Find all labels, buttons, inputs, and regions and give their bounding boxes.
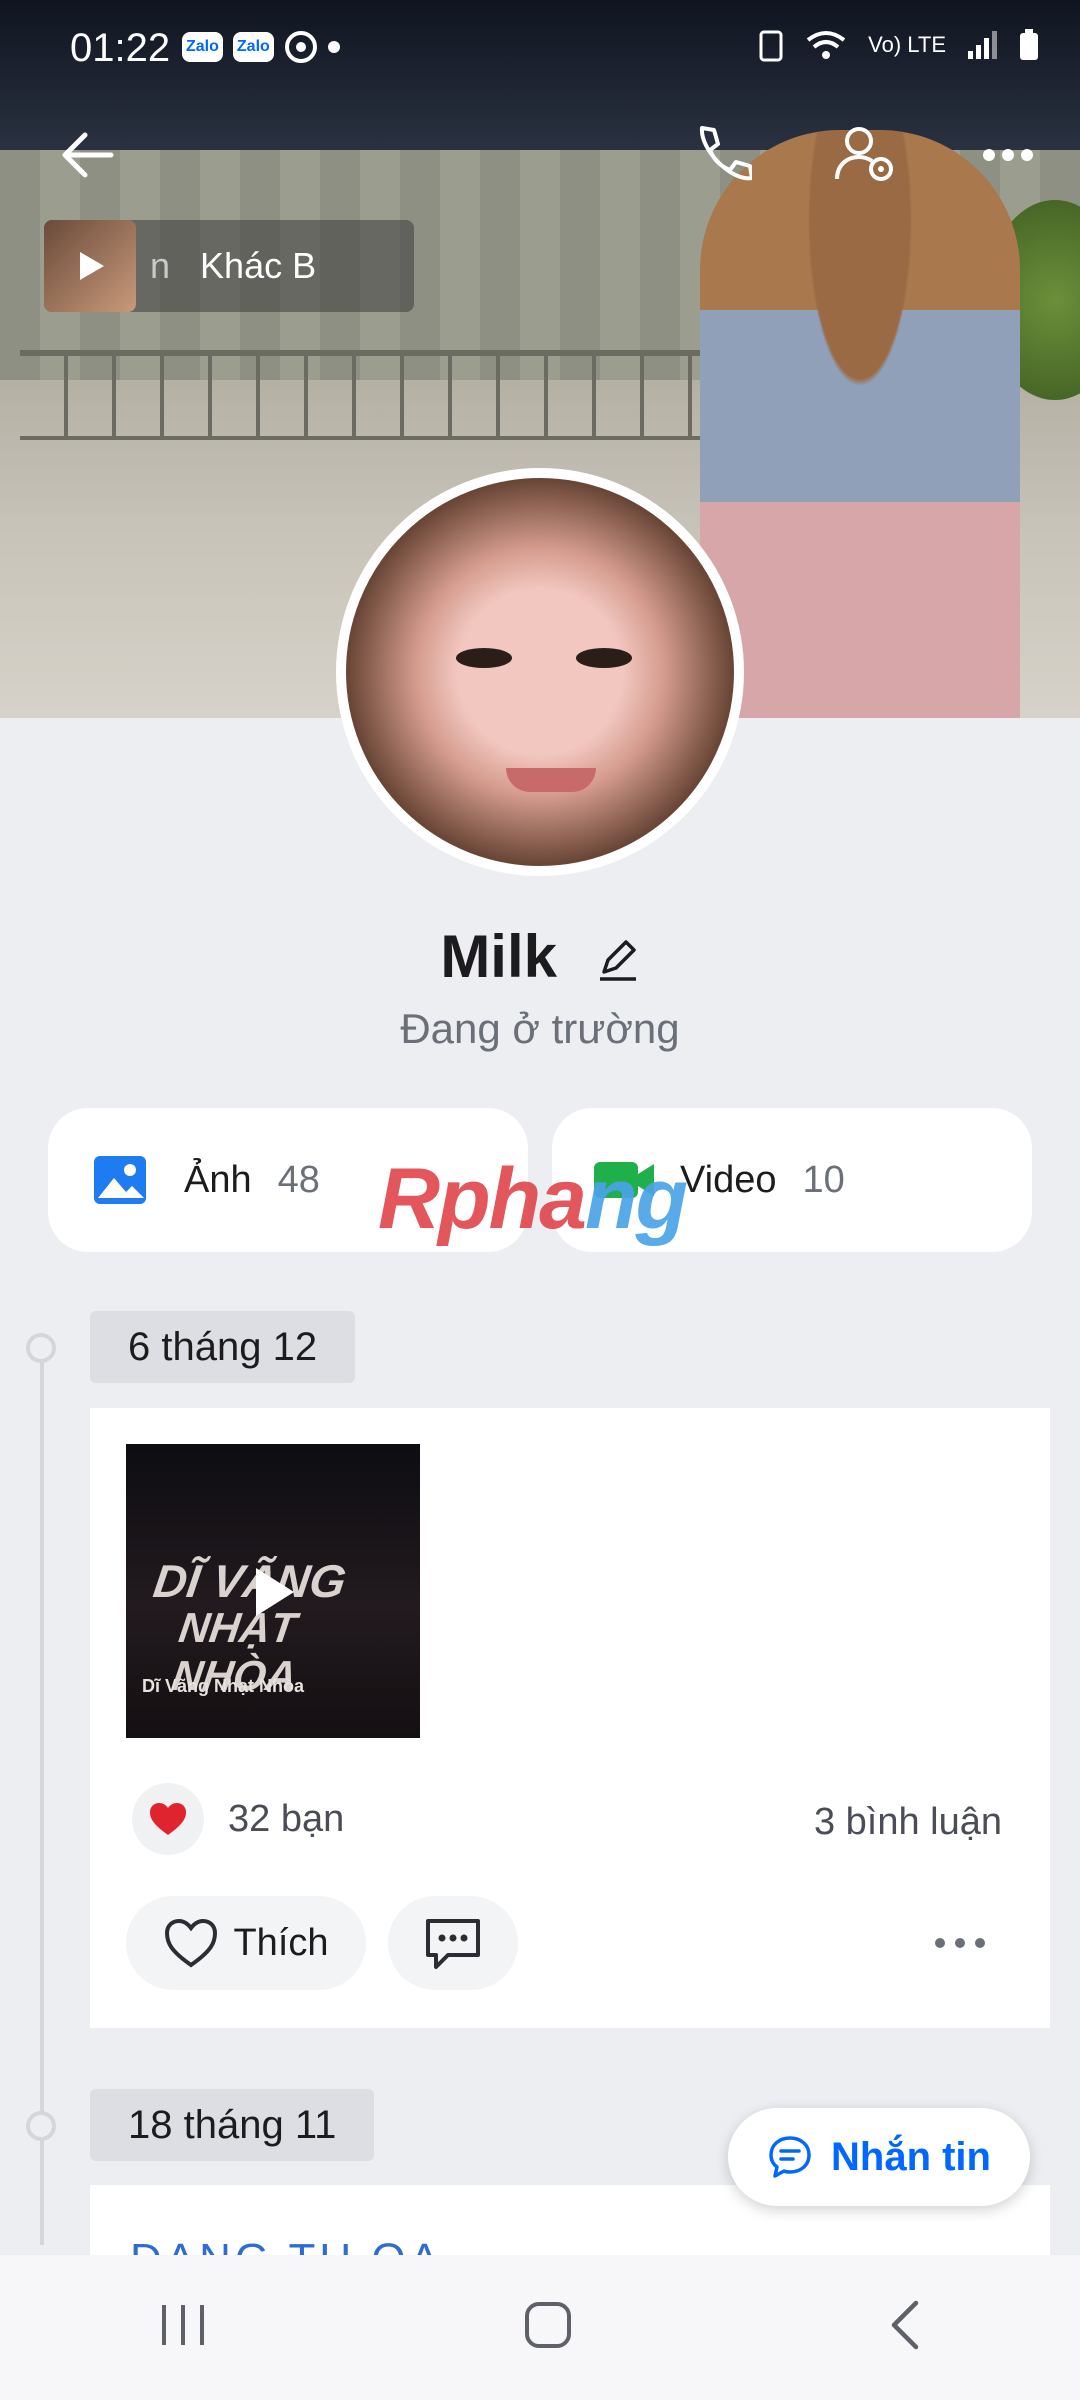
- chrome-icon: [284, 31, 317, 63]
- heart-outline-icon: [165, 1918, 218, 1968]
- system-nav-bar: [0, 2255, 1080, 2400]
- image-icon: [94, 1156, 146, 1204]
- recent-apps-icon: [161, 2305, 204, 2345]
- play-icon: [256, 1568, 294, 1616]
- recent-apps-button[interactable]: [158, 2301, 208, 2354]
- battery-saver-icon: [759, 30, 783, 62]
- timeline-post: DĨ VÃNG NHẠT NHÒA Dĩ Vãng Nhạt Nhòa 32 b…: [90, 1408, 1050, 2028]
- message-button[interactable]: Nhắn tin: [728, 2108, 1030, 2206]
- battery-icon: [1020, 29, 1038, 60]
- like-button[interactable]: Thích: [126, 1896, 366, 1990]
- more-horizontal-icon: [935, 1938, 985, 1948]
- play-icon: [80, 252, 104, 280]
- status-app-icons: Zalo Zalo: [182, 30, 340, 64]
- post-more-button[interactable]: [920, 1913, 1000, 1973]
- profile-avatar[interactable]: [336, 468, 744, 876]
- home-icon: [524, 2302, 571, 2348]
- reactions-summary[interactable]: 32 bạn: [132, 1783, 344, 1855]
- arrow-left-icon: [62, 132, 114, 178]
- edit-name-button[interactable]: [596, 927, 640, 996]
- zalo-icon: Zalo: [232, 32, 274, 62]
- home-button[interactable]: [523, 2300, 573, 2355]
- watermark-part1: Rpha: [378, 1151, 587, 1247]
- wifi-icon: [806, 31, 846, 59]
- pencil-icon: [599, 939, 636, 981]
- status-bar: 01:22 Zalo Zalo Vo) LTE: [0, 0, 1080, 96]
- watermark-part2: ng: [585, 1151, 688, 1247]
- user-settings-icon: [835, 127, 893, 181]
- music-thumbnail[interactable]: [44, 220, 136, 312]
- profile-status: Đang ở trường: [400, 1005, 680, 1052]
- chat-bubble-icon: [769, 2136, 811, 2178]
- cover-person: [700, 130, 1020, 718]
- videos-label: Video: [680, 1158, 777, 1201]
- music-title-scroll: n: [150, 245, 171, 286]
- profile-name: Milk: [440, 923, 558, 990]
- more-options-button[interactable]: [968, 120, 1048, 190]
- timeline-line: [40, 1345, 44, 2245]
- video-title-line1: DĨ VÃNG: [150, 1555, 350, 1607]
- network-type: Vo) LTE: [868, 32, 946, 57]
- call-button[interactable]: [680, 114, 760, 194]
- photos-label: Ảnh: [184, 1158, 252, 1201]
- comments-count[interactable]: 3 bình luận: [814, 1801, 1002, 1844]
- chevron-left-icon: [892, 2300, 919, 2350]
- comment-icon: [426, 1919, 480, 1969]
- cover-railing: [20, 350, 780, 440]
- date-label: 18 tháng 11: [90, 2089, 375, 2161]
- photos-count: 48: [277, 1158, 320, 1201]
- timeline-dot: [26, 1333, 56, 1363]
- profile-settings-button[interactable]: [826, 114, 906, 194]
- avatar-eye-right: [576, 648, 632, 668]
- phone-icon: [699, 126, 752, 181]
- music-title: Khác B: [200, 245, 317, 286]
- status-right-icons: Vo) LTE: [758, 28, 1040, 62]
- avatar-eye-left: [456, 648, 512, 668]
- top-action-bar: [0, 110, 1080, 190]
- timeline-dot: [26, 2111, 56, 2141]
- reactions-count: 32 bạn: [228, 1797, 345, 1840]
- zalo-icon: Zalo: [182, 32, 223, 62]
- comment-button[interactable]: [388, 1896, 518, 1990]
- status-time: 01:22: [70, 26, 171, 70]
- heart-reaction-icon: [132, 1783, 204, 1855]
- message-label: Nhắn tin: [831, 2134, 991, 2179]
- like-label: Thích: [233, 1921, 329, 1964]
- videos-count: 10: [802, 1158, 845, 1201]
- signal-icon: [968, 31, 997, 59]
- back-button[interactable]: [52, 120, 122, 190]
- avatar-mouth: [506, 768, 596, 792]
- profile-music-player[interactable]: n Khác B: [44, 220, 414, 312]
- notification-dot: [327, 41, 340, 53]
- watermark-logo: Rphang: [378, 1150, 688, 1249]
- date-label: 6 tháng 12: [90, 1311, 356, 1383]
- profile-name-row: Milk: [0, 922, 1080, 996]
- video-thumbnail[interactable]: DĨ VÃNG NHẠT NHÒA Dĩ Vãng Nhạt Nhòa: [126, 1444, 420, 1738]
- system-back-button[interactable]: [888, 2299, 922, 2356]
- more-horizontal-icon: [983, 149, 1033, 161]
- video-caption: Dĩ Vãng Nhạt Nhòa: [142, 1676, 305, 1696]
